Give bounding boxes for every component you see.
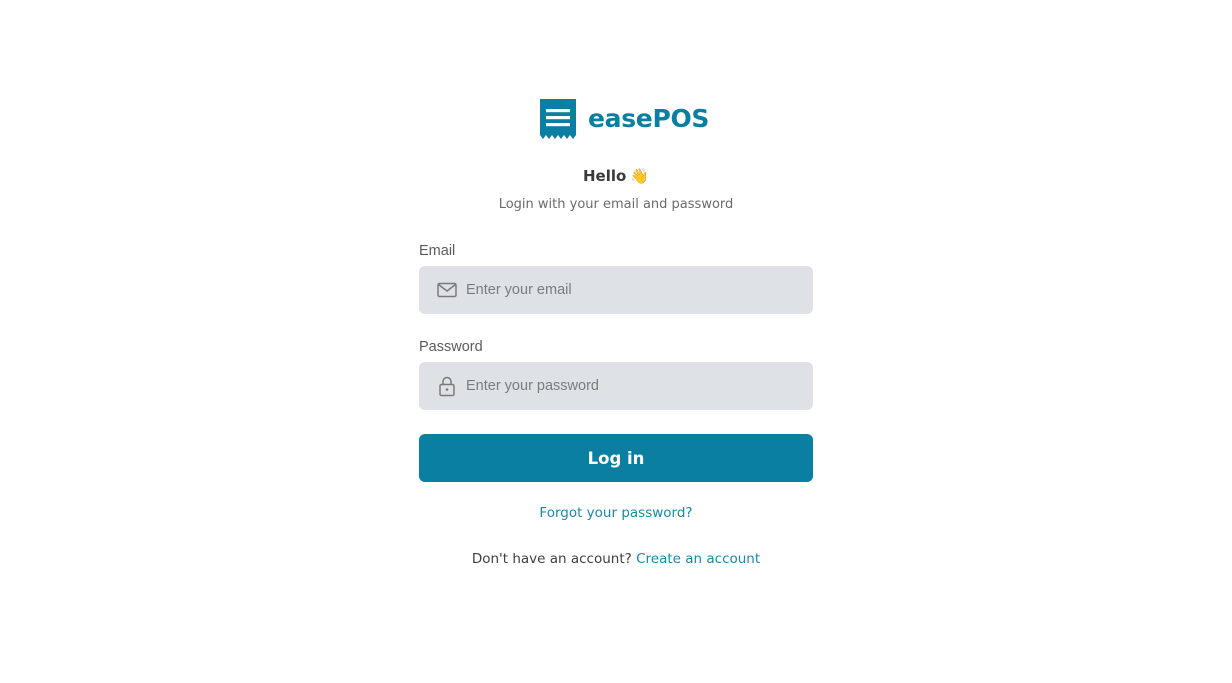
email-input[interactable] [466, 270, 796, 310]
lock-icon [439, 376, 455, 397]
password-input[interactable] [466, 366, 796, 406]
email-field[interactable] [419, 266, 813, 314]
email-group: Email [419, 241, 813, 314]
greeting-text: Hello [582, 167, 627, 185]
password-field[interactable] [419, 362, 813, 410]
password-group: Password [419, 337, 813, 410]
create-account-link[interactable]: Create an account [636, 551, 760, 567]
password-label: Password [419, 339, 483, 355]
forgot-password-row: Forgot your password? [0, 503, 1232, 523]
receipt-icon [540, 99, 576, 139]
wave-icon: 👋 [630, 167, 649, 185]
email-label: Email [419, 243, 456, 259]
no-account-text: Don't have an account? [471, 551, 632, 567]
brand-logo: easePOS [540, 99, 709, 139]
brand-name: easePOS [588, 104, 710, 133]
login-button[interactable]: Log in [419, 434, 813, 482]
greeting-title: Hello 👋 [0, 165, 1232, 187]
greeting-subtitle: Login with your email and password [498, 197, 734, 212]
mail-icon [437, 282, 457, 298]
signup-row: Don't have an account? Create an account [0, 549, 1232, 569]
login-page: easePOS Hello 👋 Login with your email and… [0, 0, 1232, 683]
login-form: Email Password Log in [419, 241, 813, 482]
forgot-password-link[interactable]: Forgot your password? [539, 505, 692, 521]
